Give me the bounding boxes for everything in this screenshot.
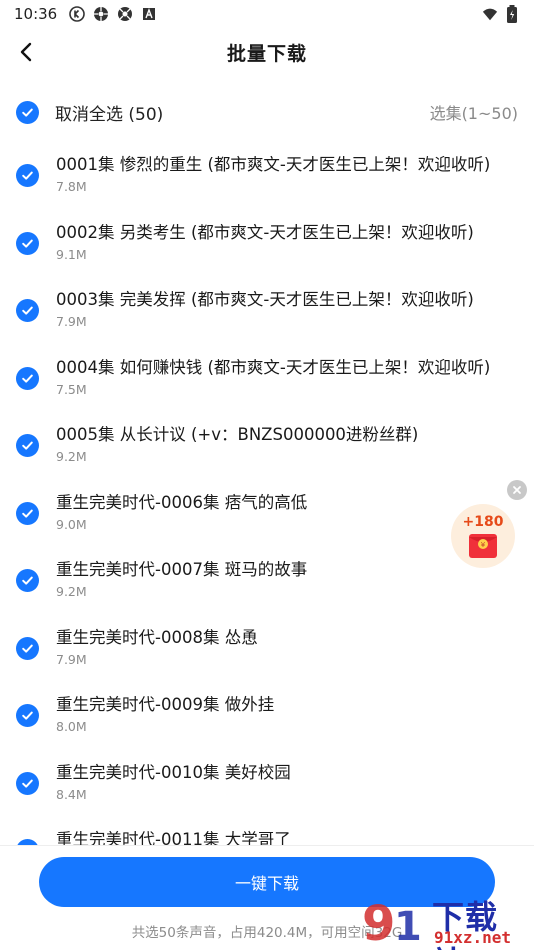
episode-item[interactable]: 0003集 完美发挥 (都市爽文-天才医生已上架！欢迎收听) 7.9M [0, 276, 534, 344]
checkmark-icon [22, 644, 33, 653]
episode-range-selector[interactable]: 选集(1~50) [430, 100, 518, 124]
reward-close-button[interactable] [507, 480, 527, 500]
a-box-icon [141, 6, 157, 22]
status-time: 10:36 [14, 5, 58, 23]
episode-title: 重生完美时代-0009集 做外挂 [56, 695, 275, 714]
episode-checkbox[interactable] [16, 704, 39, 727]
reward-amount: +180 [462, 514, 504, 530]
episode-title: 重生完美时代-0007集 斑马的故事 [56, 560, 308, 579]
episode-item[interactable]: 重生完美时代-0008集 怂恿 7.9M [0, 614, 534, 682]
site-watermark: 91 下载站 91xz.net [360, 892, 530, 950]
watermark-url: 91xz.net [434, 928, 512, 947]
episode-title: 重生完美时代-0006集 痞气的高低 [56, 492, 308, 512]
checkmark-icon [22, 108, 33, 117]
episode-item[interactable]: 重生完美时代-0011集 大学哥了 [0, 816, 534, 845]
episode-checkbox[interactable] [16, 569, 39, 592]
episode-size: 9.2M [56, 449, 87, 464]
episode-title: 0005集 从长计议 (+v：BNZS000000进粉丝群) [56, 425, 419, 444]
episode-title: 重生完美时代-0011集 大学哥了 [56, 830, 291, 845]
episode-size: 8.0M [56, 719, 87, 734]
checkmark-icon [22, 779, 33, 788]
svg-text:9: 9 [362, 896, 395, 948]
status-notification-icons [69, 6, 157, 22]
episode-checkbox[interactable] [16, 231, 39, 255]
wifi-icon [482, 6, 498, 22]
episode-checkbox[interactable] [16, 771, 39, 795]
episode-size: 7.5M [56, 381, 87, 397]
reward-widget[interactable]: +180 ¥ [451, 504, 515, 568]
checkmark-icon [22, 374, 33, 383]
episode-size: 7.9M [56, 651, 87, 667]
chevron-left-icon [20, 42, 32, 62]
select-all-row[interactable]: 取消全选 (50) 选集(1~50) [16, 96, 518, 128]
episode-size: 9.0M [56, 516, 87, 532]
checkmark-icon [22, 171, 33, 180]
aperture-icon [93, 6, 109, 22]
select-all-label[interactable]: 取消全选 (50) [55, 100, 163, 125]
checkmark-icon [22, 239, 33, 248]
red-envelope-icon: ¥ [468, 533, 498, 563]
episode-item[interactable]: 重生完美时代-0010集 美好校园 8.4M [0, 749, 534, 817]
episode-item[interactable]: 0004集 如何赚快钱 (都市爽文-天才医生已上架！欢迎收听) 7.5M [0, 344, 534, 412]
select-all-checkbox[interactable] [16, 100, 39, 124]
episode-item[interactable]: 0001集 惨烈的重生 (都市爽文-天才医生已上架！欢迎收听) 7.8M [0, 141, 534, 209]
episode-item[interactable]: 重生完美时代-0009集 做外挂 8.0M [0, 681, 534, 749]
episode-title: 0002集 另类考生 (都市爽文-天才医生已上架！欢迎收听) [56, 222, 474, 242]
checkmark-icon [22, 576, 33, 585]
battery-icon [504, 5, 520, 23]
episode-title: 0004集 如何赚快钱 (都市爽文-天才医生已上架！欢迎收听) [56, 357, 491, 377]
svg-text:¥: ¥ [481, 541, 486, 549]
page-title: 批量下载 [226, 42, 307, 65]
k-circle-icon [69, 6, 86, 22]
episode-size: 7.8M [56, 179, 87, 194]
episode-item[interactable]: 重生完美时代-0007集 斑马的故事 9.2M [0, 546, 534, 614]
episode-size: 9.1M [56, 246, 87, 262]
episode-item[interactable]: 0002集 另类考生 (都市爽文-天才医生已上架！欢迎收听) 9.1M [0, 209, 534, 277]
episode-title: 重生完美时代-0008集 怂恿 [56, 627, 258, 647]
status-right-icons [482, 5, 520, 23]
episode-checkbox[interactable] [16, 299, 39, 322]
episode-size: 8.4M [56, 786, 87, 802]
episode-checkbox[interactable] [16, 164, 39, 187]
checkmark-icon [22, 509, 33, 518]
episode-item[interactable]: 0005集 从长计议 (+v：BNZS000000进粉丝群) 9.2M [0, 411, 534, 479]
aperture-icon [117, 6, 133, 22]
episode-size: 9.2M [56, 584, 87, 599]
episode-title: 0001集 惨烈的重生 (都市爽文-天才医生已上架！欢迎收听) [56, 155, 491, 174]
watermark-logo-icon: 91 [362, 896, 422, 948]
episode-checkbox[interactable] [16, 636, 39, 660]
episode-checkbox[interactable] [16, 366, 39, 390]
status-bar: 10:36 [0, 0, 534, 28]
episode-checkbox[interactable] [16, 501, 39, 525]
checkmark-icon [22, 711, 33, 720]
episode-title: 重生完美时代-0010集 美好校园 [56, 762, 291, 782]
svg-text:1: 1 [394, 904, 422, 948]
checkmark-icon [22, 441, 33, 450]
checkmark-icon [22, 306, 33, 315]
episode-title: 0003集 完美发挥 (都市爽文-天才医生已上架！欢迎收听) [56, 290, 474, 309]
episode-size: 7.9M [56, 314, 87, 329]
episode-checkbox[interactable] [16, 434, 39, 457]
close-icon [513, 486, 521, 494]
title-bar: 批量下载 [0, 28, 534, 76]
back-button[interactable] [12, 38, 40, 66]
episode-list[interactable]: 0001集 惨烈的重生 (都市爽文-天才医生已上架！欢迎收听) 7.8M 0002集… [0, 141, 534, 845]
